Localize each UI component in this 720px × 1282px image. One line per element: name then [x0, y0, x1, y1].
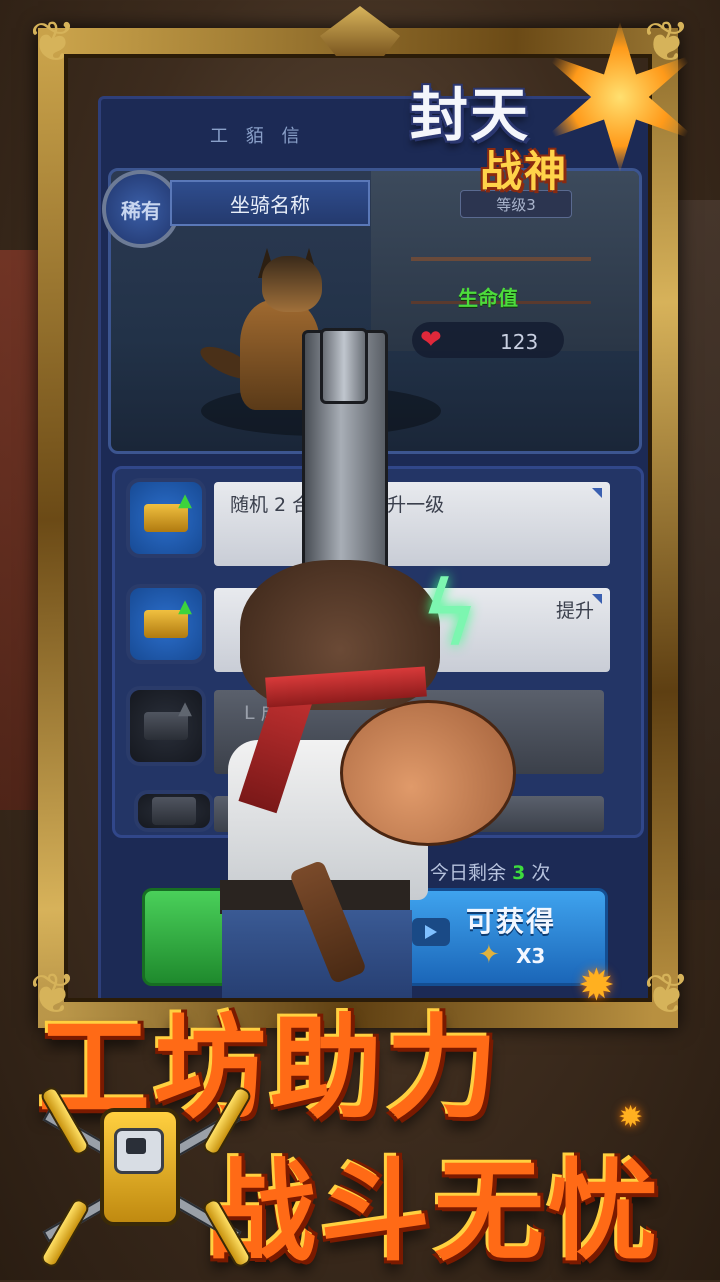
flame-effect: ✹ — [578, 960, 615, 1011]
ornate-gold-frame — [38, 28, 678, 1028]
game-logo-subtitle: 战神 — [480, 147, 569, 196]
frame-ornament: ❦ — [643, 962, 691, 1027]
promo-headline-2: 战斗无忧 — [206, 1148, 662, 1276]
drone-eye — [126, 1138, 146, 1154]
frame-ornament: ❦ — [29, 10, 77, 75]
